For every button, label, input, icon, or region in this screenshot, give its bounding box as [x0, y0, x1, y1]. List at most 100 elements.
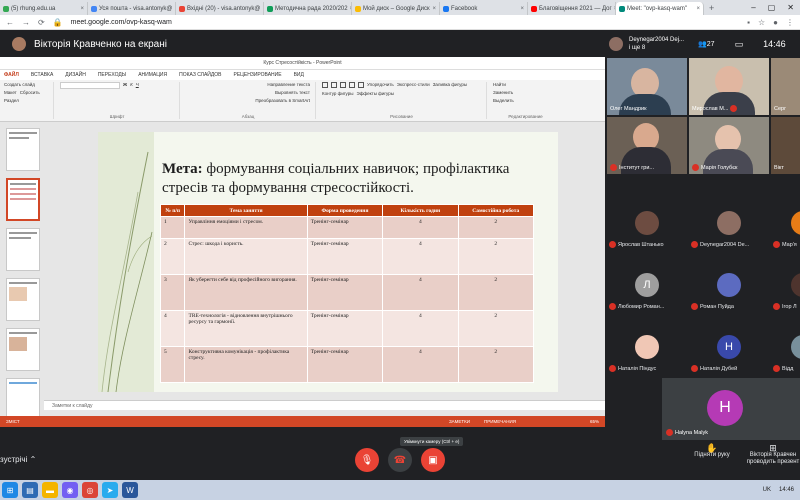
participant-tile[interactable]: Роман Пуйда: [689, 267, 769, 322]
close-tab-icon[interactable]: ×: [80, 6, 84, 12]
font-name-box[interactable]: [60, 82, 120, 89]
self-video-tile[interactable]: Н Halyna Malyk: [662, 378, 800, 440]
new-tab-button[interactable]: +: [704, 2, 719, 15]
shape-icon[interactable]: [349, 82, 355, 88]
italic-icon[interactable]: К: [130, 82, 133, 89]
section-button[interactable]: Раздел: [4, 98, 19, 103]
folder-icon[interactable]: ▬: [42, 482, 58, 498]
people-icon[interactable]: 👥27: [698, 40, 715, 48]
save-icon[interactable]: ▤: [22, 482, 38, 498]
slide-thumbnail[interactable]: [6, 128, 40, 171]
shape-icon[interactable]: [358, 82, 364, 88]
taskbar-clock[interactable]: 14:46: [779, 487, 794, 493]
reload-icon[interactable]: ⟳: [38, 18, 45, 27]
browser-tab[interactable]: Facebook ×: [440, 2, 528, 15]
ribbon-tab[interactable]: ФАЙЛ: [4, 72, 19, 78]
word-icon[interactable]: W: [122, 482, 138, 498]
slide-thumbnail[interactable]: [6, 278, 40, 321]
url-field[interactable]: meet.google.com/ovp-kasq-wam: [71, 19, 739, 26]
language-indicator[interactable]: UK: [763, 487, 771, 493]
smartart-button[interactable]: Преобразовать в SmartArt: [255, 98, 310, 103]
bold-icon[interactable]: Ж: [123, 82, 127, 89]
mic-toggle-button[interactable]: 🎙: [355, 448, 379, 472]
close-window-icon[interactable]: ✕: [787, 3, 794, 12]
slide-notes[interactable]: Заметки к слайду: [44, 400, 605, 410]
participant-tile[interactable]: Ігор Л: [771, 267, 800, 322]
shape-icon[interactable]: [331, 82, 337, 88]
browser-tab[interactable]: Уся пошта - visa.antonyk@×: [88, 2, 176, 15]
text-direction-button[interactable]: Направление текста: [267, 82, 310, 87]
zoom-level[interactable]: 65%: [590, 419, 599, 424]
viber-icon[interactable]: ◉: [62, 482, 78, 498]
reset-button[interactable]: Сбросить: [20, 90, 40, 95]
slide[interactable]: Мета: формування соціальних навичок; про…: [98, 132, 558, 392]
shape-effects-button[interactable]: Эффекты фигуры: [356, 91, 394, 96]
browser-tab-active[interactable]: Meet: "ovp-kasq-wam" ×: [616, 2, 704, 15]
ribbon-tab[interactable]: ПОКАЗ СЛАЙДОВ: [179, 72, 221, 78]
participant-tile[interactable]: Н Наталія Дубей: [689, 329, 769, 384]
telegram-icon[interactable]: ➤: [102, 482, 118, 498]
raise-hand-button[interactable]: ✋ Підняти руку: [690, 444, 734, 459]
bookmark-star-icon[interactable]: ☆: [758, 18, 765, 27]
ribbon-tab[interactable]: ВИД: [294, 72, 304, 78]
close-tab-icon[interactable]: ×: [696, 6, 700, 12]
meeting-details-toggle[interactable]: зустрічі ⌃: [0, 455, 36, 464]
start-icon[interactable]: ⊞: [2, 482, 18, 498]
slide-thumbnail[interactable]: [6, 378, 40, 421]
ribbon-tab[interactable]: АНИМАЦИЯ: [138, 72, 167, 78]
browser-tab[interactable]: Благовіщення 2021 — Дог×: [528, 2, 616, 15]
participant-tile[interactable]: Наталія Піндус: [607, 329, 687, 384]
chat-icon[interactable]: ▭: [735, 39, 744, 50]
slide-thumbnail[interactable]: [6, 328, 40, 371]
presentation-button[interactable]: ⊞ Вікторія Кравчен проводить презент: [746, 445, 800, 466]
browser-tab[interactable]: Методична рада 2020/202×: [264, 2, 352, 15]
camera-permission-icon[interactable]: ▪: [747, 18, 750, 27]
ribbon-tab[interactable]: РЕЦЕНЗИРОВАНИЕ: [234, 72, 282, 78]
participant-tile[interactable]: Deynegar2004 De...: [689, 205, 769, 260]
camera-toggle-button[interactable]: ▣: [421, 448, 445, 472]
maximize-icon[interactable]: ▢: [768, 3, 776, 12]
replace-button[interactable]: Заменить: [493, 90, 558, 95]
underline-icon[interactable]: Ч: [136, 82, 139, 89]
participant-tile[interactable]: Л Любомир Роман...: [607, 267, 687, 322]
close-tab-icon[interactable]: ×: [520, 6, 524, 12]
video-tile[interactable]: Вікт: [771, 117, 800, 174]
minimize-icon[interactable]: –: [751, 3, 755, 12]
video-tile[interactable]: Серг: [771, 58, 800, 115]
back-icon[interactable]: ←: [6, 18, 14, 27]
create-slide-button[interactable]: Создать слайд: [4, 82, 35, 87]
close-tab-icon[interactable]: ×: [432, 6, 436, 12]
comments-toggle[interactable]: ПРИМЕЧАНИЯ: [484, 419, 516, 424]
find-button[interactable]: Найти: [493, 82, 558, 87]
video-tile[interactable]: Олег Мандрик: [607, 58, 687, 115]
align-text-button[interactable]: Выровнять текст: [275, 90, 310, 95]
layout-button[interactable]: Макет: [4, 90, 17, 95]
slide-thumbnail-selected[interactable]: [6, 178, 40, 221]
slide-thumbnail[interactable]: [6, 228, 40, 271]
browser-tab[interactable]: Вхідні (20) - visa.antonyk@×: [176, 2, 264, 15]
leave-call-button[interactable]: ☎: [388, 448, 412, 472]
arrange-button[interactable]: Упорядочить: [367, 82, 394, 88]
video-tile[interactable]: Мирослав М...: [689, 58, 769, 115]
profile-icon[interactable]: ●: [773, 18, 778, 27]
ribbon-tab[interactable]: ВСТАВКА: [31, 72, 53, 78]
ribbon-tab[interactable]: ПЕРЕХОДЫ: [98, 72, 126, 78]
shape-icon[interactable]: [322, 82, 328, 88]
browser-tab[interactable]: (5) rhung.edu.ua ×: [0, 2, 88, 15]
forward-icon[interactable]: →: [22, 18, 30, 27]
select-button[interactable]: Выделить: [493, 98, 558, 103]
ribbon-tab[interactable]: ДИЗАЙН: [65, 72, 86, 78]
browser-tab[interactable]: Мой диск – Google Диск ×: [352, 2, 440, 15]
shape-outline-button[interactable]: Контур фигуры: [322, 91, 353, 96]
participant-tile[interactable]: Мар'я: [771, 205, 800, 260]
menu-dots-icon[interactable]: ⋮: [786, 18, 794, 27]
video-tile[interactable]: Марія Голубєк: [689, 117, 769, 174]
participant-tile[interactable]: Відд: [771, 329, 800, 384]
notes-toggle[interactable]: ЗАМЕТКИ: [449, 419, 470, 424]
video-tile[interactable]: Інститут гри...: [607, 117, 687, 174]
shape-icon[interactable]: [340, 82, 346, 88]
shape-fill-button[interactable]: Заливка фигуры: [433, 82, 467, 88]
quick-styles-button[interactable]: Экспресс-стили: [397, 82, 430, 88]
chrome-icon[interactable]: ◎: [82, 482, 98, 498]
participant-tile[interactable]: Ярослав Штанько: [607, 205, 687, 260]
